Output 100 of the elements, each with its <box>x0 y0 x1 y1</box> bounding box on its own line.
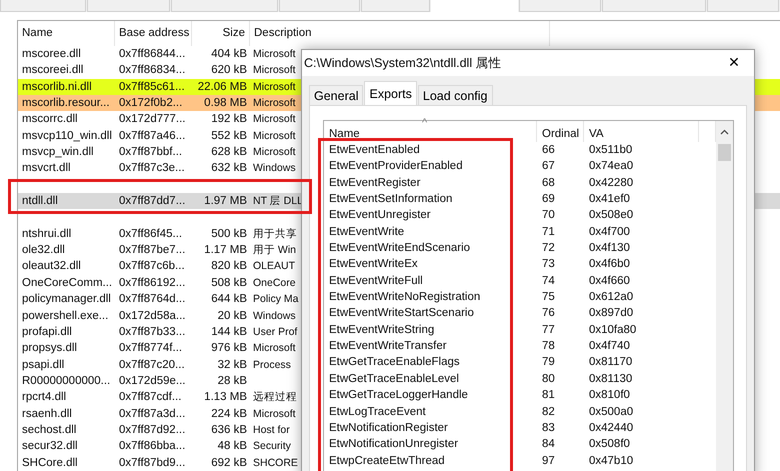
table-cell-text: 79 <box>541 355 556 370</box>
table-cell-text: Windows <box>252 308 297 324</box>
table-cell-text: Security <box>252 439 292 454</box>
table-cell-text: 0x7ff85c61... <box>118 80 186 95</box>
scroll-up-icon[interactable] <box>720 129 729 135</box>
table-cell-text: 71 <box>541 224 556 240</box>
table-cell-text: 76 <box>541 306 556 322</box>
table-cell-text: powershell.exe... <box>21 308 110 324</box>
column-header[interactable]: Name <box>18 21 115 46</box>
table-cell-text: EtwEventWrite <box>328 224 406 240</box>
table-cell-text: User Prof <box>252 324 298 340</box>
table-cell-text: NT 层 DLL <box>252 194 301 210</box>
table-cell-text: 0x74ea0 <box>588 159 634 174</box>
table-cell-text: 0x10fa80 <box>588 322 638 338</box>
table-cell-text: 552 kB <box>210 128 248 144</box>
table-cell-text: 0x897d0 <box>588 306 634 322</box>
column-header[interactable]: Size <box>192 21 250 46</box>
table-cell-text: 0x511b0 <box>588 143 634 158</box>
table-cell-text: mscorlib.resour... <box>21 96 111 112</box>
table-cell-text: 0x42280 <box>588 176 634 191</box>
table-cell-text: EtwEventUnregister <box>328 208 432 224</box>
table-cell-text: 0x172d58a... <box>118 308 187 324</box>
table-cell-text: 0x4f740 <box>588 339 631 354</box>
scroll-thumb[interactable] <box>718 144 731 161</box>
tab[interactable]: Exports <box>364 81 417 105</box>
table-cell-text: msvcp_win.dll <box>21 145 95 160</box>
table-cell-text: 628 kB <box>210 145 248 160</box>
table-cell-text: 97 <box>541 454 556 469</box>
table-cell-text: 0x7ff8764d... <box>118 292 186 308</box>
table-cell-text: 0x7ff87d92... <box>118 422 186 438</box>
table-cell-text: EtwNotificationRegister <box>328 420 449 436</box>
tab[interactable] <box>360 0 430 12</box>
table-cell-text: 0x508f0 <box>588 437 631 452</box>
table-cell-text: profapi.dll <box>21 324 73 340</box>
table-cell-text: 632 kB <box>210 161 248 176</box>
table-cell-text: rpcrt4.dll <box>21 390 68 406</box>
table-cell-text: 0x47b10 <box>588 454 634 469</box>
table-cell-text: 48 kB <box>216 439 248 454</box>
table-cell-text: 69 <box>541 192 556 208</box>
tab[interactable]: General <box>309 85 364 105</box>
tab[interactable] <box>171 0 278 12</box>
table-cell-text: propsys.dll <box>21 341 78 356</box>
table-cell-text: 0x7ff86bba... <box>118 439 186 454</box>
table-cell-text: 0x41ef0 <box>588 192 631 208</box>
table-cell-text: 0x7ff87c20... <box>118 358 186 373</box>
table-cell-text: SHCore.dll <box>21 456 79 471</box>
table-cell-text: 644 kB <box>210 292 248 308</box>
table-cell-text: 0x4f130 <box>588 241 631 256</box>
tab[interactable] <box>602 0 706 12</box>
table-cell-text: 0x7ff8774f... <box>118 341 184 356</box>
table-cell-text: Microsoft <box>252 63 297 78</box>
tab[interactable] <box>0 0 86 12</box>
table-cell-text: 1.13 MB <box>203 390 248 406</box>
table-cell-text: 0x81130 <box>588 372 634 387</box>
table-cell-text: 73 <box>541 257 556 272</box>
table-cell-text: 0x7ff87a46... <box>118 128 186 144</box>
table-cell-text: 28 kB <box>216 374 248 389</box>
table-cell-text: sechost.dll <box>21 422 78 438</box>
table-cell-text: Microsoft <box>252 47 297 62</box>
table-cell-text: 500 kB <box>210 226 248 242</box>
table-cell-text: 68 <box>541 176 556 191</box>
table-cell-text: 0x7ff87bd9... <box>118 456 186 471</box>
column-header[interactable]: VA <box>584 121 699 142</box>
table-cell-text: EtwGetTraceEnableLevel <box>328 372 460 387</box>
column-header[interactable]: Ordinal <box>537 121 584 142</box>
column-header[interactable]: Description <box>250 21 550 46</box>
table-cell-text: Microsoft <box>252 112 297 128</box>
table-cell-text: 72 <box>541 241 556 256</box>
table-cell-text: 80 <box>541 372 556 387</box>
tab[interactable] <box>86 0 170 12</box>
table-cell-text: 636 kB <box>210 422 248 438</box>
table-cell-text: 0x7ff87c6b... <box>118 259 186 274</box>
table-cell-text: Process <box>252 358 292 373</box>
table-cell-text: 692 kB <box>210 456 248 471</box>
table-cell-text: Host for <box>252 422 291 438</box>
table-cell-text: 用于 Win <box>252 243 297 258</box>
table-cell-text: 0x7ff87cdf... <box>118 390 182 406</box>
table-cell-text: mscorrc.dll <box>21 112 79 128</box>
tab[interactable] <box>519 0 602 12</box>
table-cell-text: msvcrt.dll <box>21 161 72 176</box>
table-cell-text: EtwEventWriteStartScenario <box>328 306 475 322</box>
table-cell-text: ntdll.dll <box>21 194 59 210</box>
table-cell-text: 0x7ff86844... <box>118 47 186 62</box>
table-cell-text: EtwEventWriteEndScenario <box>328 241 472 256</box>
tab[interactable] <box>707 0 779 12</box>
table-cell-text: 0x81170 <box>588 355 634 370</box>
close-button[interactable]: ✕ <box>714 50 754 76</box>
scrollbar[interactable] <box>716 121 733 471</box>
table-cell-text: oleaut32.dll <box>21 259 82 274</box>
table-cell-text: EtwEventWriteNoRegistration <box>328 290 482 306</box>
table-cell-text: 192 kB <box>210 112 248 128</box>
column-header[interactable]: Base address <box>115 21 192 46</box>
tab[interactable] <box>279 0 360 12</box>
table-cell-text: Microsoft <box>252 80 297 95</box>
table-cell-text: mscoree.dll <box>21 47 82 62</box>
table-cell-text: R00000000000... <box>21 374 112 389</box>
table-cell-text: ntshrui.dll <box>21 226 72 242</box>
table-cell-text: mscorlib.ni.dll <box>21 80 93 95</box>
tab[interactable]: Load config <box>418 85 493 105</box>
table-cell-text: 32 kB <box>216 358 248 373</box>
